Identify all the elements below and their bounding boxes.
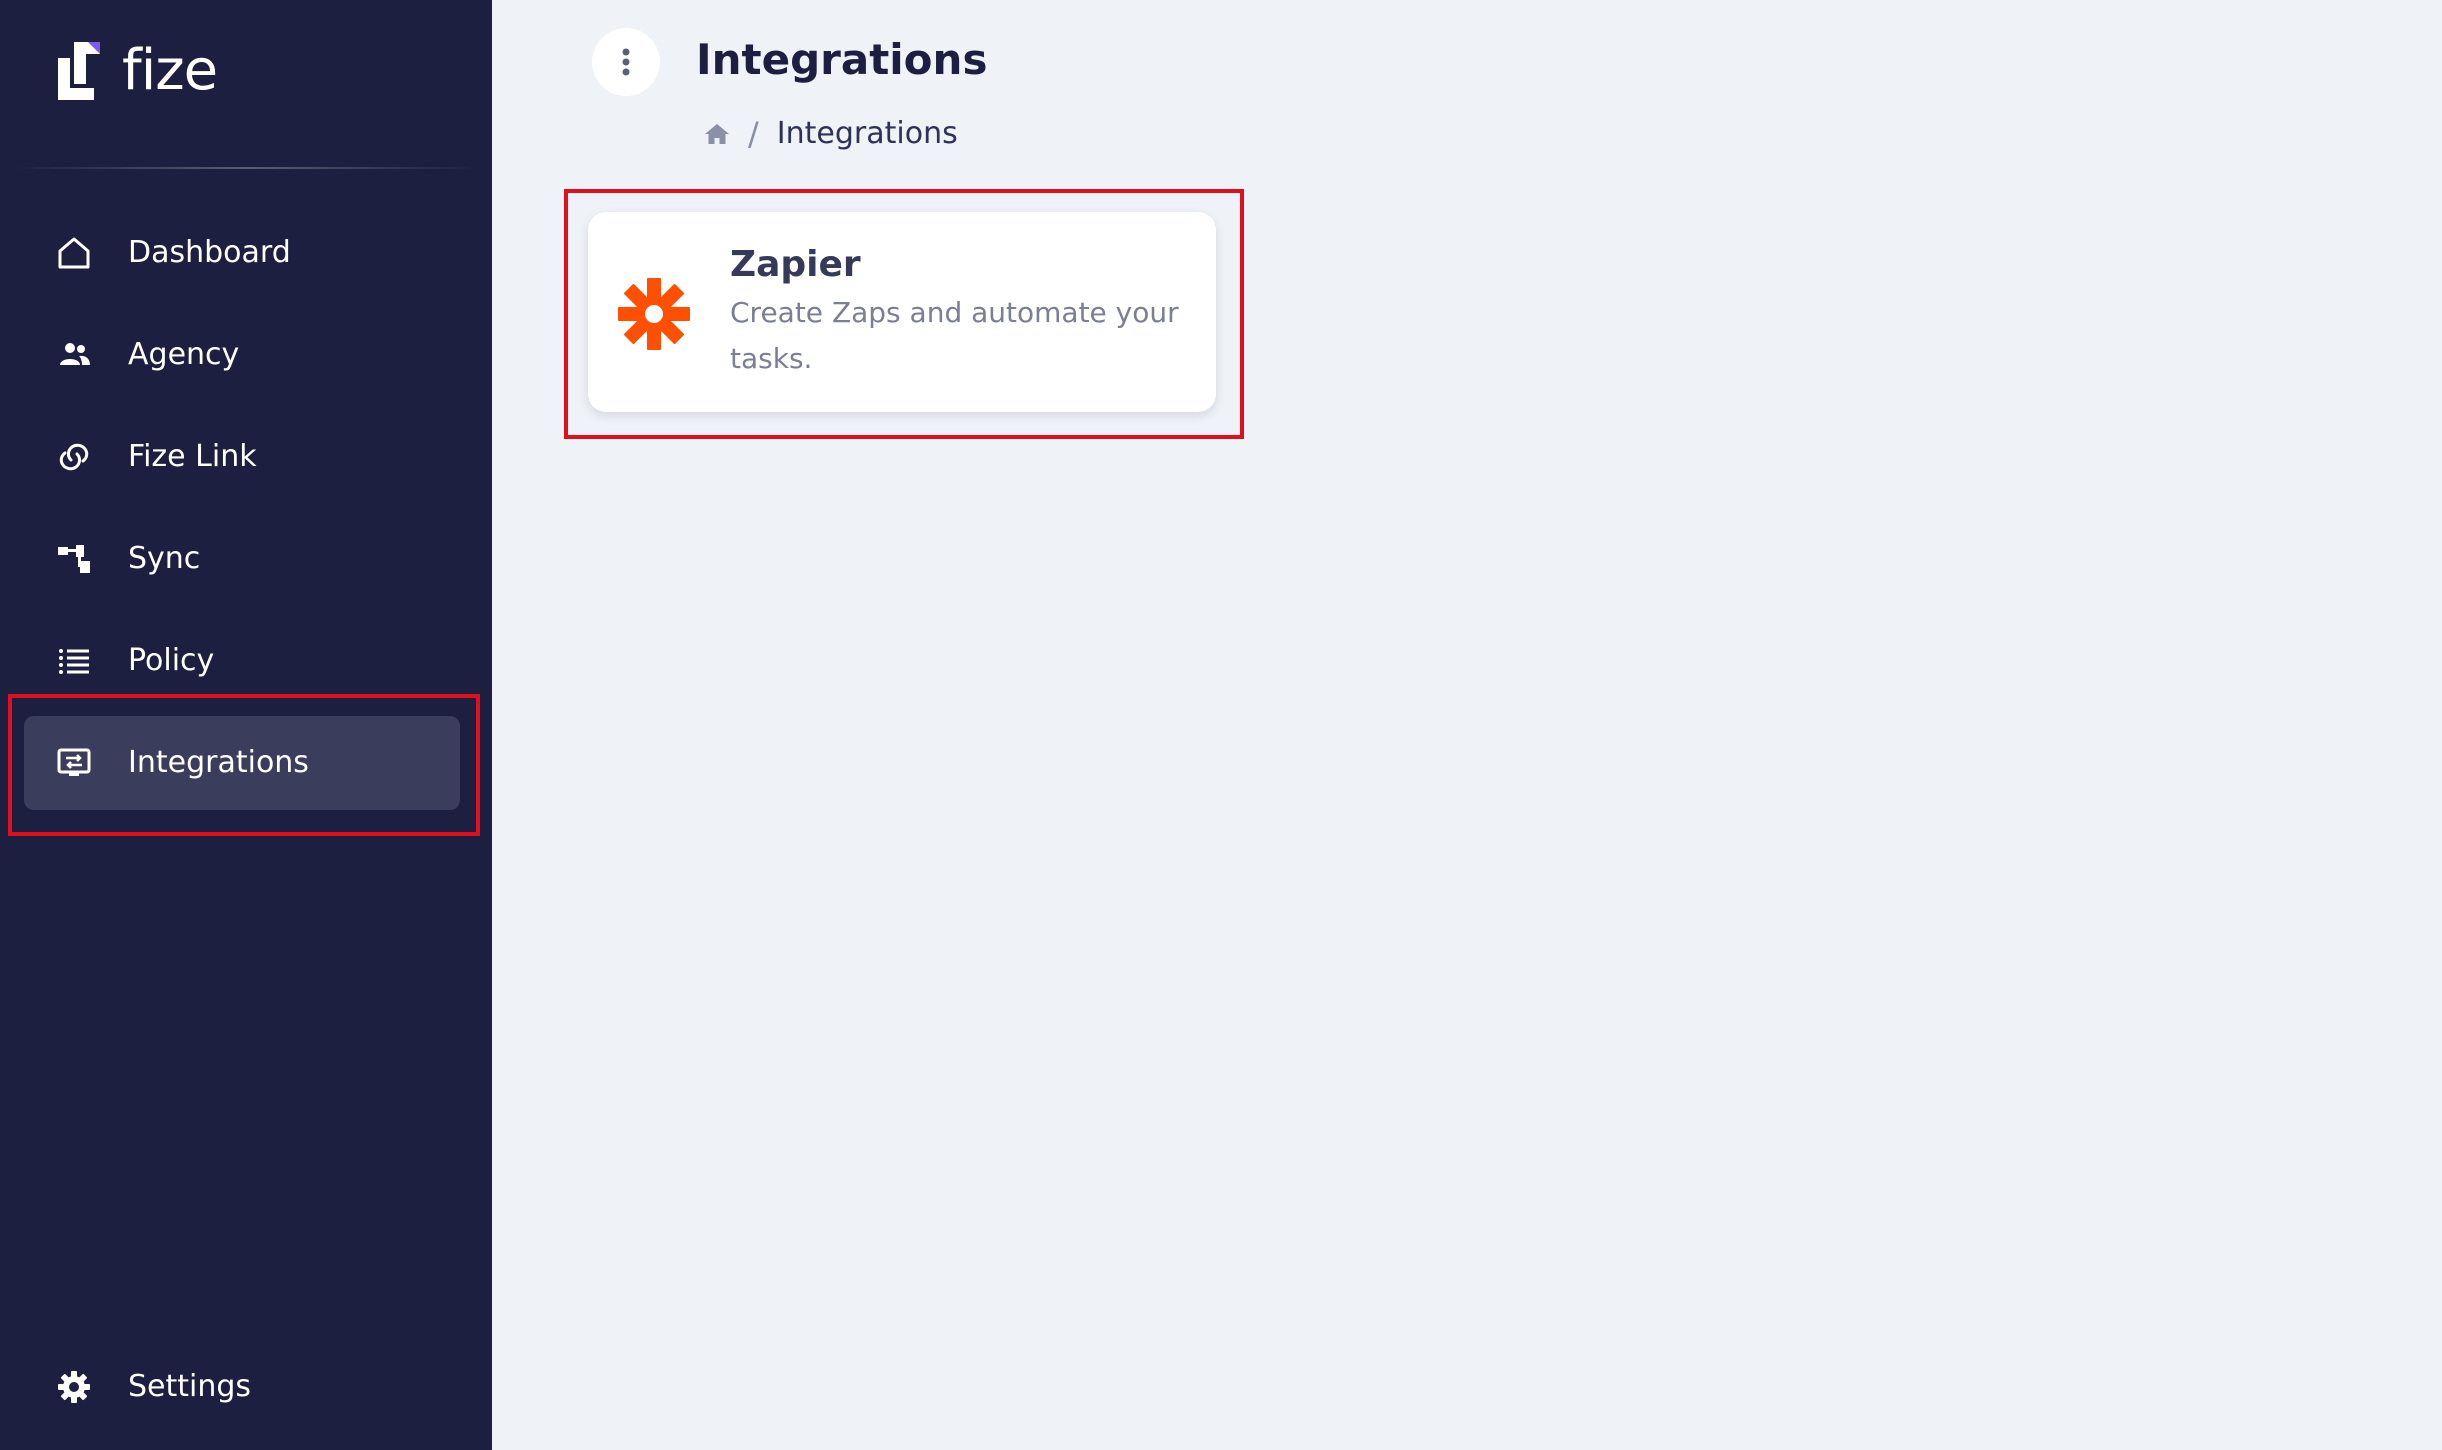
people-icon <box>54 335 94 375</box>
brand-name: fize <box>122 38 218 103</box>
gear-icon <box>54 1367 94 1407</box>
sidebar-item-label: Sync <box>128 541 201 576</box>
sidebar-item-label: Agency <box>128 337 240 372</box>
sidebar-item-label: Settings <box>128 1369 252 1404</box>
sidebar-item-label: Dashboard <box>128 235 291 270</box>
fize-logo-icon <box>58 42 100 100</box>
integration-card-zapier[interactable]: Zapier Create Zaps and automate your tas… <box>588 212 1216 412</box>
page-title: Integrations <box>696 35 988 84</box>
vertical-dots-icon <box>622 48 630 76</box>
sidebar-item-label: Fize Link <box>128 439 257 474</box>
zapier-icon <box>618 278 690 350</box>
fize-logo[interactable]: fize <box>54 38 218 104</box>
sidebar-item-settings[interactable]: Settings <box>24 1340 460 1434</box>
link-icon <box>54 437 94 477</box>
highlight-box <box>8 694 480 836</box>
breadcrumb-separator: / <box>748 115 759 153</box>
sidebar-divider <box>14 167 478 169</box>
sync-icon <box>54 539 94 579</box>
integration-description: Create Zaps and automate your tasks. <box>730 296 1179 375</box>
sidebar-item-agency[interactable]: Agency <box>24 308 460 402</box>
sidebar-item-fize-link[interactable]: Fize Link <box>24 410 460 504</box>
integration-title: Zapier <box>730 244 861 285</box>
list-icon <box>54 641 94 681</box>
app-window: fize Dashboard Agency Fize Link Sync Pol… <box>0 0 2442 1450</box>
breadcrumb: / Integrations <box>702 114 958 154</box>
sidebar: fize Dashboard Agency Fize Link Sync Pol… <box>0 0 492 1450</box>
home-icon <box>54 233 94 273</box>
breadcrumb-current: Integrations <box>776 116 958 151</box>
sidebar-item-dashboard[interactable]: Dashboard <box>24 206 460 300</box>
sidebar-item-label: Policy <box>128 643 215 678</box>
home-icon[interactable] <box>702 119 732 149</box>
more-options-button[interactable] <box>592 28 660 96</box>
sidebar-item-sync[interactable]: Sync <box>24 512 460 606</box>
